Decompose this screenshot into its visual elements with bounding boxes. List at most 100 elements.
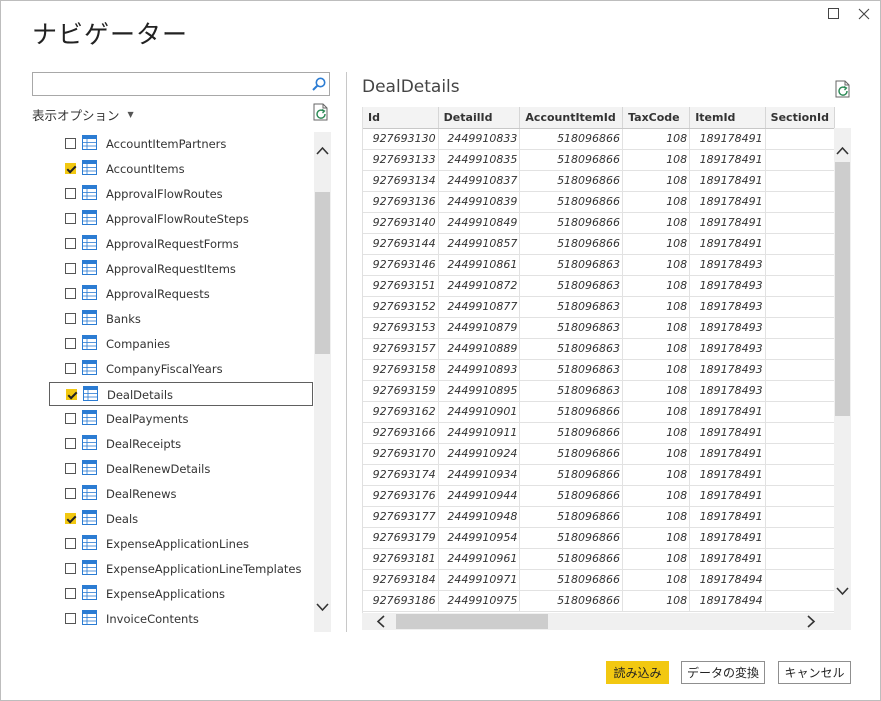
checkbox[interactable] [65, 438, 76, 449]
table-row: 927693177 2449910948 518096866 108 189178491 [363, 506, 835, 528]
table-cell [765, 485, 835, 507]
checkbox[interactable] [65, 413, 76, 424]
refresh-icon[interactable] [834, 80, 852, 99]
checkbox[interactable] [65, 138, 76, 149]
chevron-up-icon[interactable] [836, 146, 849, 158]
checkbox[interactable] [65, 338, 76, 349]
checkbox[interactable] [65, 263, 76, 274]
chevron-down-icon[interactable] [836, 586, 849, 598]
refresh-icon[interactable] [312, 103, 330, 122]
search-input[interactable] [33, 73, 303, 95]
table-cell [765, 527, 835, 549]
checkbox[interactable] [65, 188, 76, 199]
table-list-item[interactable]: DealRenews [49, 482, 313, 506]
table-cell [765, 275, 835, 297]
checkbox[interactable] [65, 488, 76, 499]
preview-horizontal-scrollbar[interactable] [362, 613, 851, 630]
table-cell: 2449910877 [438, 296, 521, 318]
table-cell: 189178494 [689, 569, 766, 591]
checkbox[interactable] [65, 588, 76, 599]
table-row: 927693140 2449910849 518096866 108 189178491 [363, 212, 835, 234]
table-cell: 189178491 [689, 401, 766, 423]
chevron-down-icon[interactable] [316, 602, 329, 614]
table-list-item[interactable]: ApprovalRequestForms [49, 232, 313, 256]
checkbox[interactable] [65, 213, 76, 224]
load-button[interactable]: 読み込み [606, 661, 669, 684]
table-list-item[interactable]: AccountItems [49, 157, 313, 181]
column-header[interactable]: TaxCode [622, 107, 691, 129]
cancel-button[interactable]: キャンセル [778, 661, 851, 684]
table-list-item-label: DealPayments [106, 412, 189, 426]
table-list: AccountItemPartners AccountItems ApprovalF… [49, 132, 313, 632]
left-scrollbar-thumb[interactable] [315, 192, 330, 354]
table-list-item[interactable]: DealRenewDetails [49, 457, 313, 481]
checkbox[interactable] [65, 463, 76, 474]
checkbox[interactable] [65, 613, 76, 624]
table-list-item[interactable]: Deals [49, 507, 313, 531]
column-header[interactable]: DetailId [438, 107, 521, 129]
table-list-item[interactable]: Banks [49, 307, 313, 331]
table-cell: 189178491 [689, 485, 766, 507]
table-list-item[interactable]: ExpenseApplicationLineTemplates [49, 557, 313, 581]
table-list-item[interactable]: ExpenseApplicationLines [49, 532, 313, 556]
checkbox[interactable] [65, 563, 76, 574]
table-list-item[interactable]: CompanyFiscalYears [49, 357, 313, 381]
chevron-up-icon[interactable] [316, 146, 329, 158]
transform-data-button[interactable]: データの変換 [681, 661, 765, 684]
table-row: 927693162 2449910901 518096866 108 189178491 [363, 401, 835, 423]
maximize-icon[interactable] [827, 7, 841, 21]
chevron-right-icon[interactable] [806, 615, 816, 630]
table-list-item-label: ExpenseApplicationLineTemplates [106, 562, 302, 576]
checkbox[interactable] [65, 238, 76, 249]
checkbox[interactable] [65, 313, 76, 324]
table-list-item[interactable]: ApprovalRequestItems [49, 257, 313, 281]
table-list-item[interactable]: ApprovalRequests [49, 282, 313, 306]
table-cell: 189178493 [689, 338, 766, 360]
table-cell: 2449910895 [438, 380, 521, 402]
display-options-dropdown[interactable]: 表示オプション ▼ [32, 105, 134, 124]
checkbox[interactable] [66, 389, 77, 400]
table-list-item[interactable]: DealPayments [49, 407, 313, 431]
table-cell: 518096866 [519, 128, 624, 150]
checkbox[interactable] [65, 288, 76, 299]
table-list-item[interactable]: InvoiceContents [49, 607, 313, 631]
table-cell: 108 [622, 338, 691, 360]
table-icon [83, 386, 98, 401]
table-list-item[interactable]: Companies [49, 332, 313, 356]
column-header[interactable]: Id [363, 107, 439, 129]
preview-horizontal-scrollbar-thumb[interactable] [396, 614, 548, 629]
checkbox[interactable] [65, 163, 76, 174]
table-list-item[interactable]: DealReceipts [49, 432, 313, 456]
chevron-left-icon[interactable] [376, 615, 386, 630]
preview-vertical-scrollbar-thumb[interactable] [835, 162, 850, 416]
table-cell: 2449910835 [438, 149, 521, 171]
table-list-item[interactable]: DealDetails [49, 382, 313, 406]
left-scrollbar[interactable] [314, 132, 331, 632]
table-list-item-label: AccountItemPartners [106, 137, 227, 151]
table-row: 927693134 2449910837 518096866 108 189178491 [363, 170, 835, 192]
table-cell: 108 [622, 254, 691, 276]
search-icon[interactable] [311, 76, 327, 92]
checkbox[interactable] [65, 538, 76, 549]
table-list-item[interactable]: AccountItemPartners [49, 132, 313, 156]
table-cell: 2449910954 [438, 527, 521, 549]
table-list-item[interactable]: ApprovalFlowRoutes [49, 182, 313, 206]
table-list-item-label: Banks [106, 312, 141, 326]
table-cell: 2449910901 [438, 401, 521, 423]
checkbox[interactable] [65, 513, 76, 524]
table-list-item[interactable]: ApprovalFlowRouteSteps [49, 207, 313, 231]
table-cell: 108 [622, 506, 691, 528]
table-list-item-label: CompanyFiscalYears [106, 362, 223, 376]
close-icon[interactable] [857, 7, 871, 21]
table-cell: 927693153 [363, 317, 439, 339]
column-header[interactable]: AccountItemId [519, 107, 624, 129]
table-list-item[interactable]: ExpenseApplications [49, 582, 313, 606]
dialog-title: ナビゲーター [32, 20, 189, 49]
table-cell: 2449910911 [438, 422, 521, 444]
preview-vertical-scrollbar[interactable] [834, 128, 851, 613]
column-header[interactable]: ItemId [689, 107, 766, 129]
table-cell: 518096866 [519, 485, 624, 507]
search-box[interactable] [32, 72, 330, 96]
column-header[interactable]: SectionId [765, 107, 835, 129]
checkbox[interactable] [65, 363, 76, 374]
